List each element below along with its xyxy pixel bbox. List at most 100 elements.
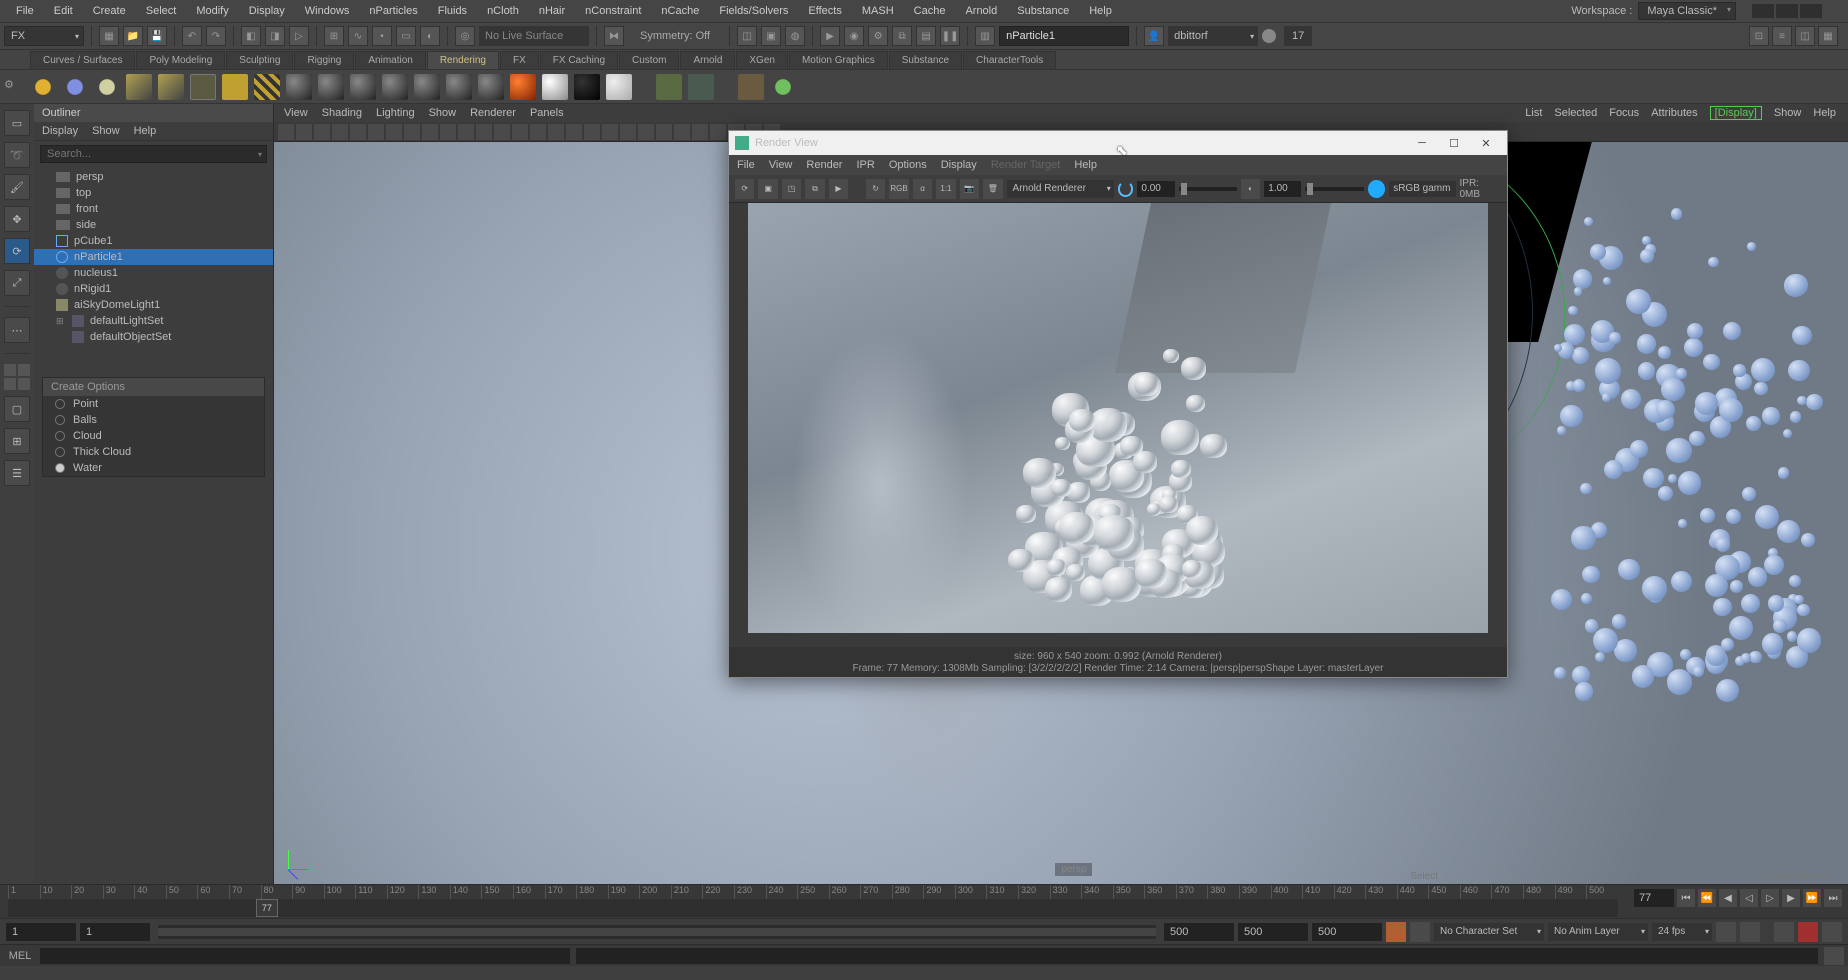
select-tool-icon[interactable]: ▭ bbox=[4, 110, 30, 136]
symmetry-icon[interactable]: ⧓ bbox=[604, 26, 624, 46]
range-start-field[interactable]: 1 bbox=[6, 923, 76, 941]
go-to-end-icon[interactable]: ⏭ bbox=[1824, 889, 1842, 907]
vp-field-chart-icon[interactable] bbox=[458, 124, 474, 140]
vp-gate-mask-icon[interactable] bbox=[440, 124, 456, 140]
vp-panels[interactable]: Panels bbox=[530, 107, 564, 119]
render-sequence-icon[interactable]: ⧉ bbox=[892, 26, 912, 46]
outliner-pane-icon[interactable]: ☰ bbox=[4, 460, 30, 486]
symmetry-label[interactable]: Symmetry: Off bbox=[628, 30, 722, 42]
outliner-show[interactable]: Show bbox=[92, 125, 120, 137]
rv-ratio-icon[interactable]: 1:1 bbox=[936, 179, 955, 199]
menu-file[interactable]: File bbox=[6, 2, 44, 20]
command-input[interactable] bbox=[40, 948, 570, 964]
menu-fluids[interactable]: Fluids bbox=[428, 2, 477, 20]
range-in-field[interactable]: 1 bbox=[80, 923, 150, 941]
live-surface-field[interactable]: No Live Surface bbox=[479, 26, 589, 46]
account-icon[interactable]: 👤 bbox=[1144, 26, 1164, 46]
command-language-label[interactable]: MEL bbox=[0, 950, 40, 962]
outliner-item-lightset[interactable]: ⊞defaultLightSet bbox=[34, 313, 273, 329]
colorspace-dropdown[interactable]: sRGB gamm bbox=[1389, 181, 1455, 197]
menu-help[interactable]: Help bbox=[1079, 2, 1122, 20]
render-view-icon[interactable] bbox=[656, 74, 682, 100]
ae-list[interactable]: List bbox=[1525, 107, 1542, 119]
tab-poly[interactable]: Poly Modeling bbox=[136, 51, 225, 69]
play-back-icon[interactable]: ◁ bbox=[1740, 889, 1758, 907]
single-pane-icon[interactable]: ▢ bbox=[4, 396, 30, 422]
select-mode-icon[interactable]: ◨ bbox=[265, 26, 285, 46]
menuset-dropdown[interactable]: FX bbox=[4, 26, 84, 46]
rv-redo-render-icon[interactable]: ⟳ bbox=[735, 179, 754, 199]
vp-safe-action-icon[interactable] bbox=[476, 124, 492, 140]
live-toggle-icon[interactable]: ◎ bbox=[455, 26, 475, 46]
character-set-dropdown[interactable]: No Character Set bbox=[1434, 923, 1544, 941]
step-back-icon[interactable]: ◀ bbox=[1719, 889, 1737, 907]
vp-wireframe-icon[interactable] bbox=[512, 124, 528, 140]
vp-shadows-icon[interactable] bbox=[584, 124, 600, 140]
range-slider-out[interactable]: 500 bbox=[1238, 923, 1308, 941]
standard-surface-grey-icon[interactable] bbox=[606, 74, 632, 100]
range-out-field[interactable]: 500 bbox=[1164, 923, 1234, 941]
rv-ipr[interactable]: IPR bbox=[856, 159, 874, 171]
tab-xgen[interactable]: XGen bbox=[736, 51, 788, 69]
vp-lights-icon[interactable] bbox=[566, 124, 582, 140]
range-slider[interactable] bbox=[158, 925, 1156, 939]
rv-render-seq-icon[interactable]: ⧉ bbox=[805, 179, 824, 199]
standard-surface-white-icon[interactable] bbox=[542, 74, 568, 100]
exposure-slider[interactable] bbox=[1179, 187, 1237, 191]
layout-grid-icon[interactable] bbox=[4, 364, 30, 390]
tab-fx[interactable]: FX bbox=[500, 51, 539, 69]
vp-shading[interactable]: Shading bbox=[322, 107, 362, 119]
vp-smooth-icon[interactable] bbox=[530, 124, 546, 140]
outliner-item-pcube1[interactable]: pCube1 bbox=[34, 233, 273, 249]
rv-remove-image-icon[interactable]: 🗑 bbox=[983, 179, 1002, 199]
window-max-icon[interactable] bbox=[1776, 4, 1798, 18]
autokey-icon[interactable] bbox=[1386, 922, 1406, 942]
vp-select-camera-icon[interactable] bbox=[278, 124, 294, 140]
material-anisotropic-icon[interactable] bbox=[446, 74, 472, 100]
tab-mograph[interactable]: Motion Graphics bbox=[789, 51, 888, 69]
rv-snapshot-icon[interactable]: ◳ bbox=[782, 179, 801, 199]
last-tool-icon[interactable]: ⋯ bbox=[4, 317, 30, 343]
tab-fxcache[interactable]: FX Caching bbox=[540, 51, 618, 69]
snap-curve-icon[interactable]: ∿ bbox=[348, 26, 368, 46]
vp-renderer[interactable]: Renderer bbox=[470, 107, 516, 119]
select-mask-icon[interactable]: ◧ bbox=[241, 26, 261, 46]
workspace-dropdown[interactable]: Maya Classic* bbox=[1638, 2, 1736, 20]
light-editor-icon[interactable] bbox=[222, 74, 248, 100]
rv-rgb-icon[interactable]: RGB bbox=[889, 179, 908, 199]
step-back-key-icon[interactable]: ⏪ bbox=[1698, 889, 1716, 907]
rv-display[interactable]: Display bbox=[941, 159, 977, 171]
play-forward-icon[interactable]: ▷ bbox=[1761, 889, 1779, 907]
rv-render-region-icon[interactable]: ▣ bbox=[758, 179, 777, 199]
load-attributes-button[interactable]: Load Attributes bbox=[1761, 871, 1828, 882]
rv-help[interactable]: Help bbox=[1074, 159, 1097, 171]
rotate-tool-icon[interactable]: ⟳ bbox=[4, 238, 30, 264]
material-blinn-icon[interactable] bbox=[318, 74, 344, 100]
vp-lighting[interactable]: Lighting bbox=[376, 107, 415, 119]
window-close-icon[interactable] bbox=[1800, 4, 1822, 18]
playblast-icon[interactable]: ▤ bbox=[916, 26, 936, 46]
menu-modify[interactable]: Modify bbox=[186, 2, 238, 20]
render-current-icon[interactable]: ▶ bbox=[820, 26, 840, 46]
paint-tool-icon[interactable]: 🖌 bbox=[4, 174, 30, 200]
new-scene-icon[interactable]: ▦ bbox=[99, 26, 119, 46]
window-min-icon[interactable] bbox=[1752, 4, 1774, 18]
outliner-item-nucleus1[interactable]: nucleus1 bbox=[34, 265, 273, 281]
menu-ncache[interactable]: nCache bbox=[651, 2, 709, 20]
hypershade-icon[interactable]: ◍ bbox=[785, 26, 805, 46]
tab-custom[interactable]: Custom bbox=[619, 51, 679, 69]
rv-render[interactable]: Render bbox=[806, 159, 842, 171]
vp-motion-blur-icon[interactable] bbox=[620, 124, 636, 140]
outliner-display[interactable]: Display bbox=[42, 125, 78, 137]
outliner-item-persp[interactable]: persp bbox=[34, 169, 273, 185]
audio-toggle-icon[interactable] bbox=[1774, 922, 1794, 942]
render-settings-shelf-icon[interactable] bbox=[688, 74, 714, 100]
range-end-field[interactable]: 500 bbox=[1312, 923, 1382, 941]
four-pane-icon[interactable]: ⊞ bbox=[4, 428, 30, 454]
menu-mash[interactable]: MASH bbox=[852, 2, 904, 20]
outliner-item-top[interactable]: top bbox=[34, 185, 273, 201]
standard-surface-orange-icon[interactable] bbox=[510, 74, 536, 100]
menu-display[interactable]: Display bbox=[239, 2, 295, 20]
construction-history-icon[interactable]: ◫ bbox=[737, 26, 757, 46]
snap-surface-icon[interactable]: ◐ bbox=[420, 26, 440, 46]
